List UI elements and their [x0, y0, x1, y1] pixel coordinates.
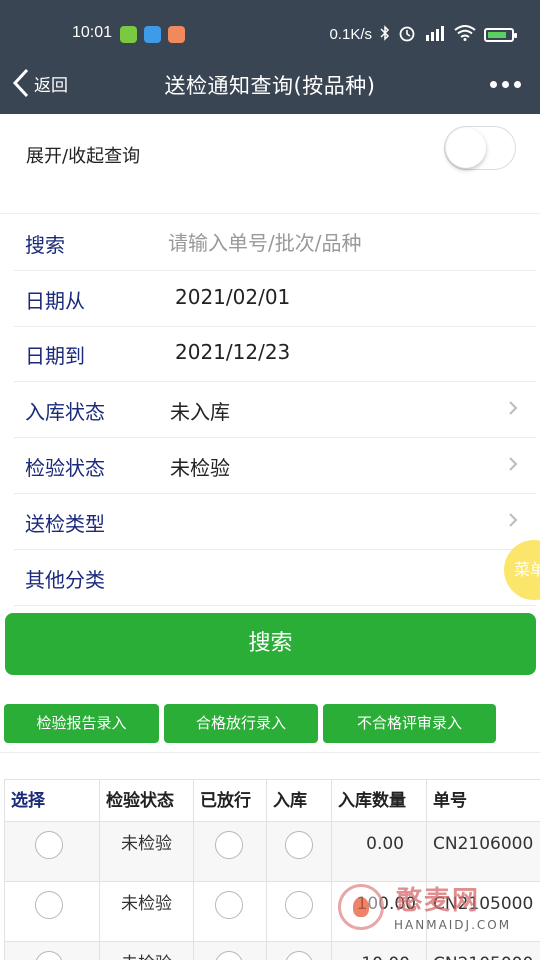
toggle-label: 展开/收起查询: [26, 146, 141, 167]
chevron-right-icon: [509, 513, 518, 527]
alarm-icon: [398, 24, 416, 45]
battery-icon: [484, 27, 517, 42]
heart-notification-icon: [168, 26, 185, 43]
stock-status-label: 入库状态: [25, 400, 105, 424]
cell-order-no[interactable]: CN2106000: [427, 822, 540, 882]
column-header-released: 已放行: [194, 780, 267, 822]
status-time: 10:01: [72, 24, 113, 41]
query-toggle-row: 展开/收起查询: [0, 114, 540, 214]
more-options-icon[interactable]: [490, 72, 522, 96]
cell-inspect-status: 未检验: [100, 942, 194, 960]
column-header-order-no: 单号: [427, 780, 540, 822]
cloud-notification-icon: [144, 26, 161, 43]
search-input[interactable]: [168, 225, 508, 261]
stocked-radio[interactable]: [285, 831, 313, 859]
column-header-stocked: 入库: [267, 780, 332, 822]
watermark: 憨麦网 HANMAIDJ.COM: [336, 880, 536, 960]
cell-released: [194, 882, 267, 942]
bluetooth-icon: [380, 25, 390, 44]
table-row: [5, 942, 100, 960]
search-label: 搜索: [25, 233, 65, 257]
cell-stock-qty: 0.00: [332, 822, 427, 882]
column-header-inspect-status: 检验状态: [100, 780, 194, 822]
stocked-radio[interactable]: [285, 951, 313, 960]
inspect-type-label: 送检类型: [25, 512, 105, 536]
search-button[interactable]: 搜索: [5, 613, 536, 675]
divider: [0, 752, 540, 753]
inspect-status-label: 检验状态: [25, 456, 105, 480]
fail-review-entry-button[interactable]: 不合格评审录入: [323, 704, 496, 743]
nav-bar: 返回 送检通知查询(按品种): [0, 52, 540, 114]
other-category-row[interactable]: 其他分类: [0, 550, 540, 606]
stock-status-value[interactable]: 未入库: [170, 396, 230, 425]
expand-collapse-toggle[interactable]: [444, 126, 516, 170]
date-from-label: 日期从: [25, 289, 85, 313]
cell-released: [194, 942, 267, 960]
cell-stocked: [267, 882, 332, 942]
stocked-radio[interactable]: [285, 891, 313, 919]
inspect-status-row[interactable]: 检验状态 未检验: [0, 438, 540, 494]
date-to-value[interactable]: 2021/12/23: [175, 340, 290, 364]
table-row: [5, 822, 100, 882]
toggle-knob: [446, 128, 486, 168]
cell-released: [194, 822, 267, 882]
released-radio[interactable]: [215, 891, 243, 919]
search-row: 搜索: [0, 215, 540, 271]
wifi-icon: [454, 25, 476, 44]
watermark-text: 憨麦网: [396, 886, 481, 916]
pass-release-entry-button[interactable]: 合格放行录入: [164, 704, 318, 743]
inspect-status-value[interactable]: 未检验: [170, 452, 230, 481]
network-speed: 0.1K/s: [329, 26, 372, 43]
released-radio[interactable]: [215, 951, 243, 960]
row-select-radio[interactable]: [35, 951, 63, 960]
status-bar: 10:01 0.1K/s: [0, 0, 540, 52]
watermark-subtext: HANMAIDJ.COM: [394, 918, 512, 932]
cell-stocked: [267, 822, 332, 882]
date-to-row[interactable]: 日期到 2021/12/23: [0, 326, 540, 382]
watermark-logo-icon: [338, 884, 384, 930]
app-notification-icon: [120, 26, 137, 43]
released-radio[interactable]: [215, 831, 243, 859]
row-select-radio[interactable]: [35, 831, 63, 859]
status-right: 0.1K/s: [329, 24, 517, 45]
chevron-right-icon: [509, 457, 518, 471]
page-title: 送检通知查询(按品种): [164, 74, 376, 98]
cell-inspect-status: 未检验: [100, 822, 194, 882]
inspect-type-row[interactable]: 送检类型: [0, 494, 540, 550]
column-header-select: 选择: [5, 780, 100, 822]
date-to-label: 日期到: [25, 344, 85, 368]
other-category-label: 其他分类: [25, 568, 105, 592]
date-from-row[interactable]: 日期从 2021/02/01: [0, 271, 540, 327]
signal-icon: [424, 25, 446, 44]
stock-status-row[interactable]: 入库状态 未入库: [0, 382, 540, 438]
report-entry-button[interactable]: 检验报告录入: [4, 704, 159, 743]
cell-inspect-status: 未检验: [100, 882, 194, 942]
cell-stocked: [267, 942, 332, 960]
column-header-stock-qty: 入库数量: [332, 780, 427, 822]
date-from-value[interactable]: 2021/02/01: [175, 285, 290, 309]
table-row: [5, 882, 100, 942]
chevron-right-icon: [509, 401, 518, 415]
row-select-radio[interactable]: [35, 891, 63, 919]
